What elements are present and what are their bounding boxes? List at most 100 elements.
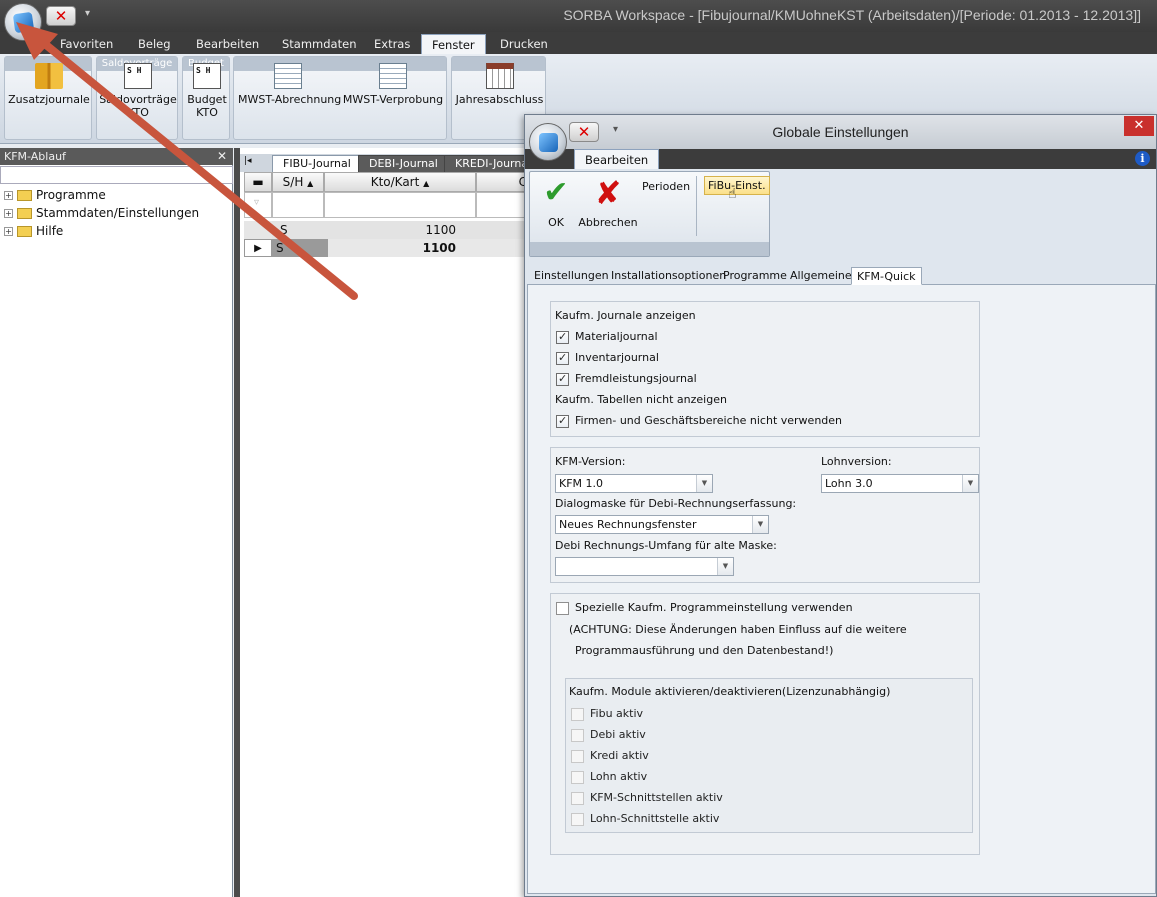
firmen-checkbox[interactable] [556, 414, 569, 428]
folder-icon [17, 226, 32, 237]
zusatzjournale-button[interactable]: Zusatzjournale [7, 63, 91, 106]
filter-cell-c[interactable] [476, 192, 530, 218]
kfm-schnittstellen-checkbox[interactable] [571, 792, 584, 805]
cube-icon [539, 133, 558, 152]
lohn-schnittstelle-checkbox[interactable] [571, 813, 584, 826]
tab-programme[interactable]: Programme [718, 267, 792, 285]
row-selector-header: ▬ [244, 172, 272, 192]
form-binoculars-icon [379, 63, 407, 89]
dialog-title-bar: Globale Einstellungen ✕ ▾ ✕ [525, 115, 1156, 149]
tab-drucken[interactable]: Drucken [490, 34, 558, 54]
kfm-version-select[interactable]: KFM 1.0 ▼ [555, 474, 713, 493]
budget-kto-button[interactable]: Budget KTO [185, 63, 229, 119]
debi-umfang-label: Debi Rechnungs-Umfang für alte Maske: [555, 539, 777, 552]
fibu-aktiv-checkbox[interactable] [571, 708, 584, 721]
row-pointer-icon: ▶ [244, 239, 272, 257]
dialog-tabs: Einstellungen Installationsoptionen Prog… [527, 265, 1156, 285]
expand-icon[interactable]: + [4, 209, 13, 218]
dialogmaske-label: Dialogmaske für Debi-Rechnungserfassung: [555, 497, 797, 510]
ok-button[interactable]: ✔ OK [540, 178, 572, 230]
expand-icon[interactable]: + [4, 191, 13, 200]
cube-icon [12, 11, 35, 34]
perioden-button[interactable]: Perioden [642, 180, 690, 193]
panel-header: KFM-Ablauf ✕ [0, 148, 233, 165]
mwst-abrechnung-button[interactable]: MWST-Abrechnung [238, 63, 341, 106]
table-row-selected[interactable]: ▶ S 1100 [244, 239, 530, 257]
debi-umfang-select[interactable]: ▼ [555, 557, 734, 576]
tree-item-programme[interactable]: + Programme [4, 186, 106, 204]
tab-debi-journal[interactable]: DEBI-Journal [358, 155, 449, 172]
main-title-bar: SORBA Workspace - [Fibujournal/KMUohneKS… [0, 0, 1157, 32]
debi-aktiv-checkbox[interactable] [571, 729, 584, 742]
lohn-aktiv-checkbox[interactable] [571, 771, 584, 784]
panel-close-icon[interactable]: ✕ [217, 148, 227, 165]
dialog-orb-button[interactable] [529, 123, 567, 161]
panel-search-input[interactable] [0, 166, 233, 184]
tab-stammdaten[interactable]: Stammdaten [272, 34, 366, 54]
dialog-ribbon: ✔ OK ✘ Abbrechen Perioden FiBu-Einst. ☝ [529, 171, 770, 257]
first-tab-nav-icon[interactable]: |◂ [244, 156, 252, 166]
app-menu-orb-button[interactable] [4, 3, 42, 41]
tab-extras[interactable]: Extras [364, 34, 420, 54]
dialog-tab-row: Bearbeiten i [525, 149, 1156, 169]
tab-favoriten[interactable]: Favoriten [50, 34, 123, 54]
module-box: Kaufm. Module aktivieren/deaktivieren(Li… [565, 678, 973, 833]
tab-kfm-quick[interactable]: KFM-Quick [851, 267, 922, 285]
inventarjournal-label: Inventarjournal [575, 351, 659, 364]
dialogmaske-select[interactable]: Neues Rechnungsfenster ▼ [555, 515, 769, 534]
materialjournal-checkbox[interactable] [556, 330, 569, 344]
dialog-close-button[interactable]: ✕ [1124, 116, 1154, 136]
info-icon[interactable]: i [1135, 151, 1150, 166]
column-header-c[interactable]: C [476, 172, 530, 192]
version-box: KFM-Version: KFM 1.0 ▼ Lohnversion: Lohn… [550, 447, 980, 583]
lohn-version-select[interactable]: Lohn 3.0 ▼ [821, 474, 979, 493]
ribbon-separator [696, 176, 697, 236]
jahresabschluss-button[interactable]: Jahresabschluss [454, 63, 545, 106]
tab-installationsoptionen[interactable]: Installationsoptionen [606, 267, 731, 285]
mwst-verprobung-button[interactable]: MWST-Verprobung [342, 63, 444, 106]
tree-item-stammdaten[interactable]: + Stammdaten/Einstellungen [4, 204, 199, 222]
fremdleistungsjournal-label: Fremdleistungsjournal [575, 372, 697, 385]
column-header-sh[interactable]: S/H ▲ [272, 172, 324, 192]
modules-heading: Kaufm. Module aktivieren/deaktivieren(Li… [569, 685, 891, 698]
firmen-label: Firmen- und Geschäftsbereiche nicht verw… [575, 414, 843, 427]
fibu-aktiv-label: Fibu aktiv [590, 707, 644, 720]
inventarjournal-checkbox[interactable] [556, 351, 569, 365]
table-row[interactable]: S 1100 [244, 221, 530, 239]
ribbon-group-saldovortraege: Saldovorträge KTO Saldovorträge [96, 56, 178, 140]
window-title: SORBA Workspace - [Fibujournal/KMUohneKS… [563, 7, 1141, 23]
quick-access-dropdown-icon[interactable]: ▾ [85, 8, 90, 19]
filter-cell-kto[interactable] [324, 192, 476, 218]
spezielle-checkbox[interactable] [556, 602, 569, 615]
tab-bearbeiten[interactable]: Bearbeiten [186, 34, 269, 54]
tab-einstellungen[interactable]: Einstellungen [529, 267, 614, 285]
chevron-down-icon: ▼ [717, 558, 733, 575]
journal-grid-area: |◂ FIBU-Journal DEBI-Journal KREDI-Journ… [240, 148, 543, 897]
expand-icon[interactable]: + [4, 227, 13, 236]
tab-beleg[interactable]: Beleg [128, 34, 181, 54]
spezielle-label: Spezielle Kaufm. Programmeinstellung ver… [575, 601, 853, 614]
filter-cell-sh[interactable] [272, 192, 324, 218]
journale-box: Kaufm. Journale anzeigen Materialjournal… [550, 301, 980, 437]
dialog-quick-close-button[interactable]: ✕ [569, 122, 599, 142]
quick-access-close-button[interactable]: ✕ [46, 6, 76, 26]
lohn-version-label: Lohnversion: [821, 455, 892, 468]
sort-asc-icon: ▲ [307, 179, 314, 188]
tab-fibu-journal[interactable]: FIBU-Journal [272, 155, 362, 172]
cancel-button[interactable]: ✘ Abbrechen [578, 177, 638, 229]
kfm-version-label: KFM-Version: [555, 455, 626, 468]
tab-fenster[interactable]: Fenster [421, 34, 486, 54]
fremdleistungsjournal-checkbox[interactable] [556, 372, 569, 386]
column-header-kto-kart[interactable]: Kto/Kart ▲ [324, 172, 476, 192]
mouse-pointer-icon: ☝ [728, 186, 737, 202]
saldovortraege-kto-button[interactable]: Saldovorträge KTO [99, 63, 177, 119]
red-x-icon: ✕ [54, 7, 68, 25]
calendar-lock-icon [485, 63, 514, 89]
form-add-icon [274, 63, 302, 89]
tree-item-hilfe[interactable]: + Hilfe [4, 222, 63, 240]
tab-dialog-bearbeiten[interactable]: Bearbeiten [574, 149, 660, 169]
kredi-aktiv-checkbox[interactable] [571, 750, 584, 763]
dialog-quick-access-dropdown-icon[interactable]: ▾ [613, 124, 618, 135]
folder-icon [17, 208, 32, 219]
spezielle-box: Spezielle Kaufm. Programmeinstellung ver… [550, 593, 980, 855]
